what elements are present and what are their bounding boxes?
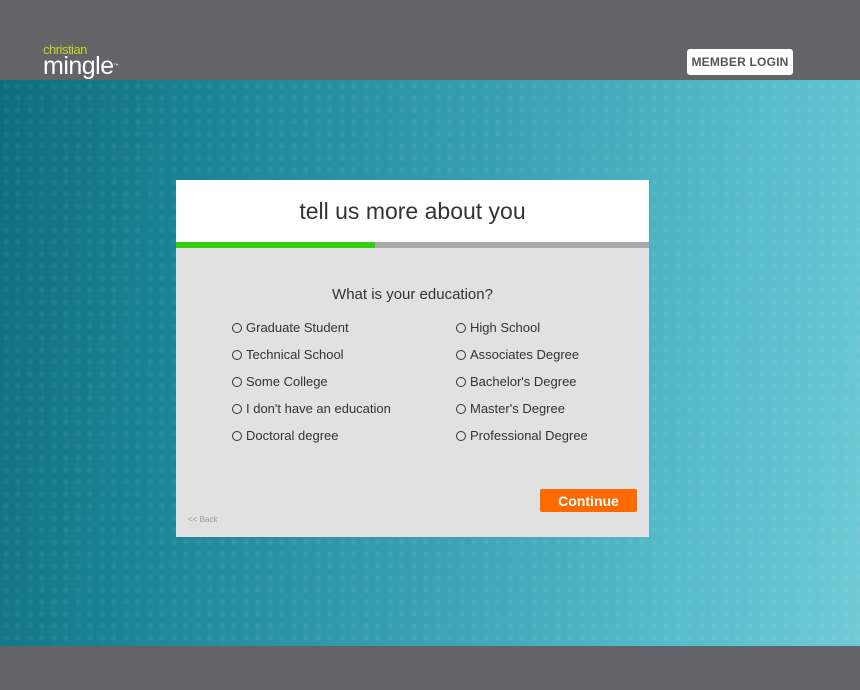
signup-card: tell us more about you What is your educ… xyxy=(176,180,649,537)
radio-icon[interactable] xyxy=(232,403,242,414)
logo-text-bottom: mingle™ xyxy=(43,52,119,80)
option-label: I don't have an education xyxy=(246,401,391,416)
option-label: High School xyxy=(470,320,541,335)
option-some-college[interactable]: Some College xyxy=(232,374,328,389)
site-header: christian mingle™ MEMBER LOGIN xyxy=(0,0,860,80)
option-technical-school[interactable]: Technical School xyxy=(232,347,344,362)
option-label: Technical School xyxy=(246,347,344,362)
radio-icon[interactable] xyxy=(456,430,466,441)
option-label: Professional Degree xyxy=(470,428,588,443)
option-label: Doctoral degree xyxy=(246,428,339,443)
option-masters-degree[interactable]: Master's Degree xyxy=(456,401,565,416)
radio-icon[interactable] xyxy=(232,430,242,441)
option-professional-degree[interactable]: Professional Degree xyxy=(456,428,588,443)
progress-fill xyxy=(176,242,375,248)
card-header: tell us more about you xyxy=(176,180,649,242)
radio-icon[interactable] xyxy=(232,376,242,387)
brand-logo[interactable]: christian mingle™ xyxy=(43,43,119,80)
radio-icon[interactable] xyxy=(456,349,466,360)
option-graduate-student[interactable]: Graduate Student xyxy=(232,320,349,335)
radio-icon[interactable] xyxy=(456,376,466,387)
option-label: Associates Degree xyxy=(470,347,580,362)
back-link[interactable]: << Back xyxy=(188,515,217,524)
option-label: Master's Degree xyxy=(470,401,565,416)
continue-button[interactable]: Continue xyxy=(540,489,637,512)
progress-bar xyxy=(176,242,649,248)
option-label: Graduate Student xyxy=(246,320,349,335)
option-no-education[interactable]: I don't have an education xyxy=(232,401,391,416)
page-title: tell us more about you xyxy=(299,197,526,224)
member-login-button[interactable]: MEMBER LOGIN xyxy=(687,49,793,75)
radio-icon[interactable] xyxy=(232,349,242,360)
radio-icon[interactable] xyxy=(456,322,466,333)
option-associates-degree[interactable]: Associates Degree xyxy=(456,347,579,362)
site-footer xyxy=(0,646,860,690)
option-doctoral-degree[interactable]: Doctoral degree xyxy=(232,428,339,443)
radio-icon[interactable] xyxy=(232,322,242,333)
option-label: Bachelor's Degree xyxy=(470,374,577,389)
option-high-school[interactable]: High School xyxy=(456,320,540,335)
question-label: What is your education? xyxy=(332,286,493,303)
option-label: Some College xyxy=(246,374,328,389)
radio-icon[interactable] xyxy=(456,403,466,414)
option-bachelors-degree[interactable]: Bachelor's Degree xyxy=(456,374,577,389)
